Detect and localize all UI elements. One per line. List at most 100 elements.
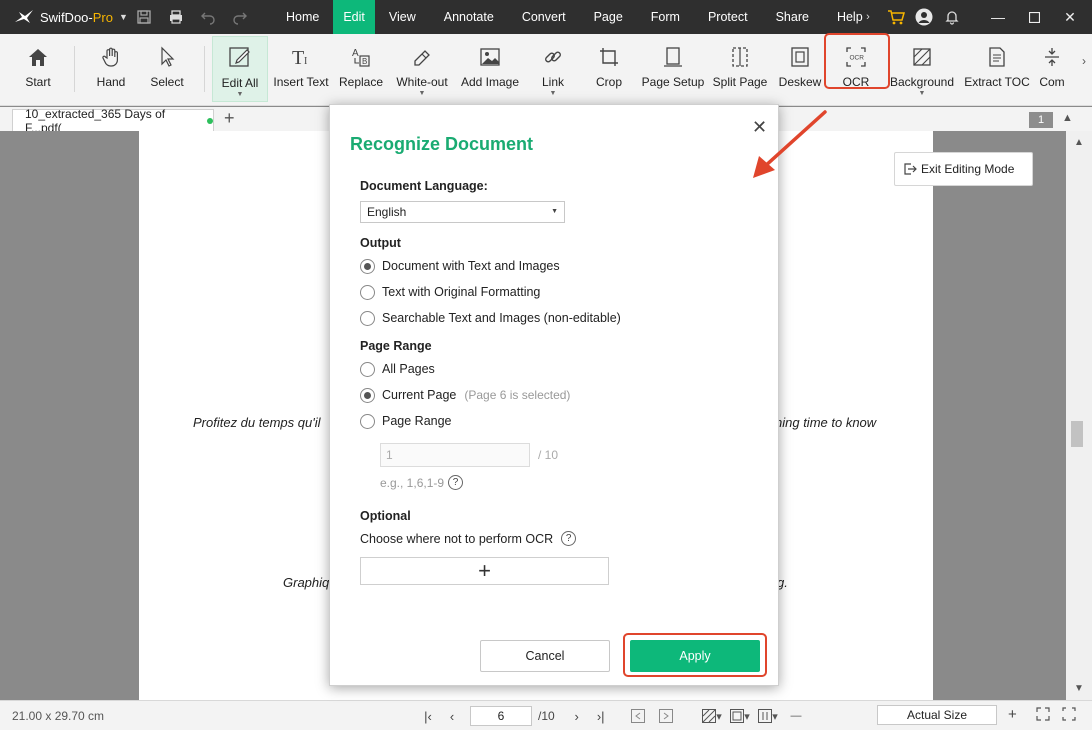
zoom-out-icon[interactable]: — (782, 705, 810, 727)
last-page-icon[interactable]: ›| (589, 709, 613, 724)
dialog-title: Recognize Document (350, 134, 534, 154)
range-all-pages[interactable]: All Pages (360, 360, 435, 378)
radio-icon (360, 361, 375, 377)
deskew-icon (789, 36, 811, 70)
annotation-arrow-icon (753, 110, 827, 178)
extract-toc-icon (986, 36, 1008, 70)
minimize-icon[interactable]: — (980, 0, 1016, 34)
menu-view[interactable]: View (375, 0, 430, 34)
cancel-button[interactable]: Cancel (480, 640, 610, 672)
edit-all-icon (228, 37, 252, 71)
maximize-icon[interactable] (1016, 0, 1052, 34)
zoom-level-select[interactable]: Actual Size (877, 705, 997, 725)
range-current-page[interactable]: Current Page (Page 6 is selected) (360, 386, 570, 404)
deskew-button[interactable]: Deskew (778, 36, 822, 102)
compress-button[interactable]: Com (1036, 36, 1068, 102)
menu-annotate[interactable]: Annotate (430, 0, 508, 34)
menu-page[interactable]: Page (580, 0, 637, 34)
chevron-up-icon[interactable]: ▲ (1062, 112, 1073, 124)
page-range-input[interactable]: 1 (380, 443, 530, 467)
page-setup-button[interactable]: Page Setup (642, 36, 704, 102)
white-out-button[interactable]: White-out ▼ (394, 36, 450, 102)
zoom-in-icon[interactable]: + (1008, 706, 1017, 723)
hand-tool-button[interactable]: Hand (90, 36, 132, 102)
chevron-down-icon[interactable]: ▼ (237, 91, 244, 98)
insert-text-button[interactable]: TI Insert Text (272, 36, 330, 102)
menu-scroll-right-icon[interactable]: › (854, 0, 882, 34)
exit-editing-mode-button[interactable]: Exit Editing Mode (894, 152, 1033, 186)
menu-convert[interactable]: Convert (508, 0, 580, 34)
close-window-icon[interactable]: ✕ (1052, 0, 1088, 34)
output-option-original-formatting[interactable]: Text with Original Formatting (360, 283, 540, 301)
add-image-button[interactable]: Add Image (460, 36, 520, 102)
language-label: Document Language: (360, 179, 488, 193)
output-option-searchable[interactable]: Searchable Text and Images (non-editable… (360, 309, 621, 327)
radio-icon (360, 310, 375, 326)
ribbon-scroll-right-icon[interactable]: › (1082, 54, 1086, 68)
add-tab-plus-icon[interactable]: + (224, 109, 235, 127)
current-page-input[interactable]: 6 (470, 706, 532, 726)
ribbon-separator (204, 46, 205, 92)
background-icon (911, 36, 933, 70)
compress-icon (1041, 36, 1063, 70)
start-button[interactable]: Start (18, 36, 58, 102)
radio-icon (360, 284, 375, 300)
document-tab[interactable]: 10_extracted_365 Days of F...pdf( (12, 107, 214, 135)
background-view-icon[interactable]: ▾ (698, 705, 726, 727)
scrollbar-thumb[interactable] (1071, 421, 1083, 447)
replace-button[interactable]: AB Replace (338, 36, 384, 102)
select-tool-button[interactable]: Select (146, 36, 188, 102)
redo-icon[interactable] (224, 0, 256, 34)
page-layout-icon[interactable]: ▾ (726, 705, 754, 727)
previous-page-icon[interactable]: ‹ (440, 709, 464, 724)
output-option-text-images[interactable]: Document with Text and Images (360, 257, 560, 275)
svg-text:A: A (352, 48, 359, 59)
help-icon[interactable]: ? (561, 531, 577, 546)
extract-toc-button[interactable]: Extract TOC (964, 36, 1030, 102)
background-button[interactable]: Background ▼ (890, 36, 954, 102)
notification-bell-icon[interactable] (938, 0, 966, 34)
scroll-down-icon[interactable]: ▼ (1074, 683, 1084, 694)
split-page-button[interactable]: Split Page (712, 36, 768, 102)
ocr-highlight-box (824, 33, 890, 89)
title-right-controls: › — ✕ (854, 0, 1092, 34)
next-page-icon[interactable]: › (565, 709, 589, 724)
crop-button[interactable]: Crop (592, 36, 626, 102)
help-icon[interactable]: ? (448, 475, 464, 490)
svg-text:B: B (362, 57, 367, 66)
eraser-icon (411, 36, 433, 70)
radio-selected-icon (360, 387, 375, 403)
vertical-scrollbar[interactable]: ▲ ▼ (1066, 131, 1092, 700)
user-avatar-icon[interactable] (910, 0, 938, 34)
menu-share[interactable]: Share (762, 0, 823, 34)
fit-width-icon[interactable] (1036, 707, 1050, 724)
forward-view-icon[interactable] (652, 705, 680, 727)
edit-all-button[interactable]: Edit All ▼ (212, 36, 268, 102)
radio-icon (360, 413, 375, 429)
menu-protect[interactable]: Protect (694, 0, 762, 34)
chevron-down-icon[interactable]: ▼ (919, 90, 926, 97)
app-logo[interactable]: SwifDoo-Pro ▼ (14, 9, 128, 25)
page-text-line: ning time to know (775, 415, 877, 430)
print-icon[interactable] (160, 0, 192, 34)
scroll-up-icon[interactable]: ▲ (1074, 137, 1084, 148)
menu-edit[interactable]: Edit (333, 0, 375, 34)
save-icon[interactable] (128, 0, 160, 34)
add-exclusion-area-button[interactable]: + (360, 557, 609, 585)
app-menu-caret-icon[interactable]: ▼ (119, 12, 128, 22)
language-select[interactable]: English ▼ (360, 201, 565, 223)
range-custom[interactable]: Page Range (360, 412, 452, 430)
menu-form[interactable]: Form (637, 0, 694, 34)
undo-icon[interactable] (192, 0, 224, 34)
exit-icon (904, 163, 917, 175)
chevron-down-icon[interactable]: ▼ (550, 90, 557, 97)
single-page-icon[interactable]: ▾ (754, 705, 782, 727)
radio-selected-icon (360, 258, 375, 274)
first-page-icon[interactable]: |‹ (416, 709, 440, 724)
back-view-icon[interactable] (624, 705, 652, 727)
link-button[interactable]: Link ▼ (536, 36, 570, 102)
chevron-down-icon[interactable]: ▼ (419, 90, 426, 97)
menu-home[interactable]: Home (272, 0, 333, 34)
fit-page-icon[interactable] (1062, 707, 1076, 724)
cart-icon[interactable] (882, 0, 910, 34)
